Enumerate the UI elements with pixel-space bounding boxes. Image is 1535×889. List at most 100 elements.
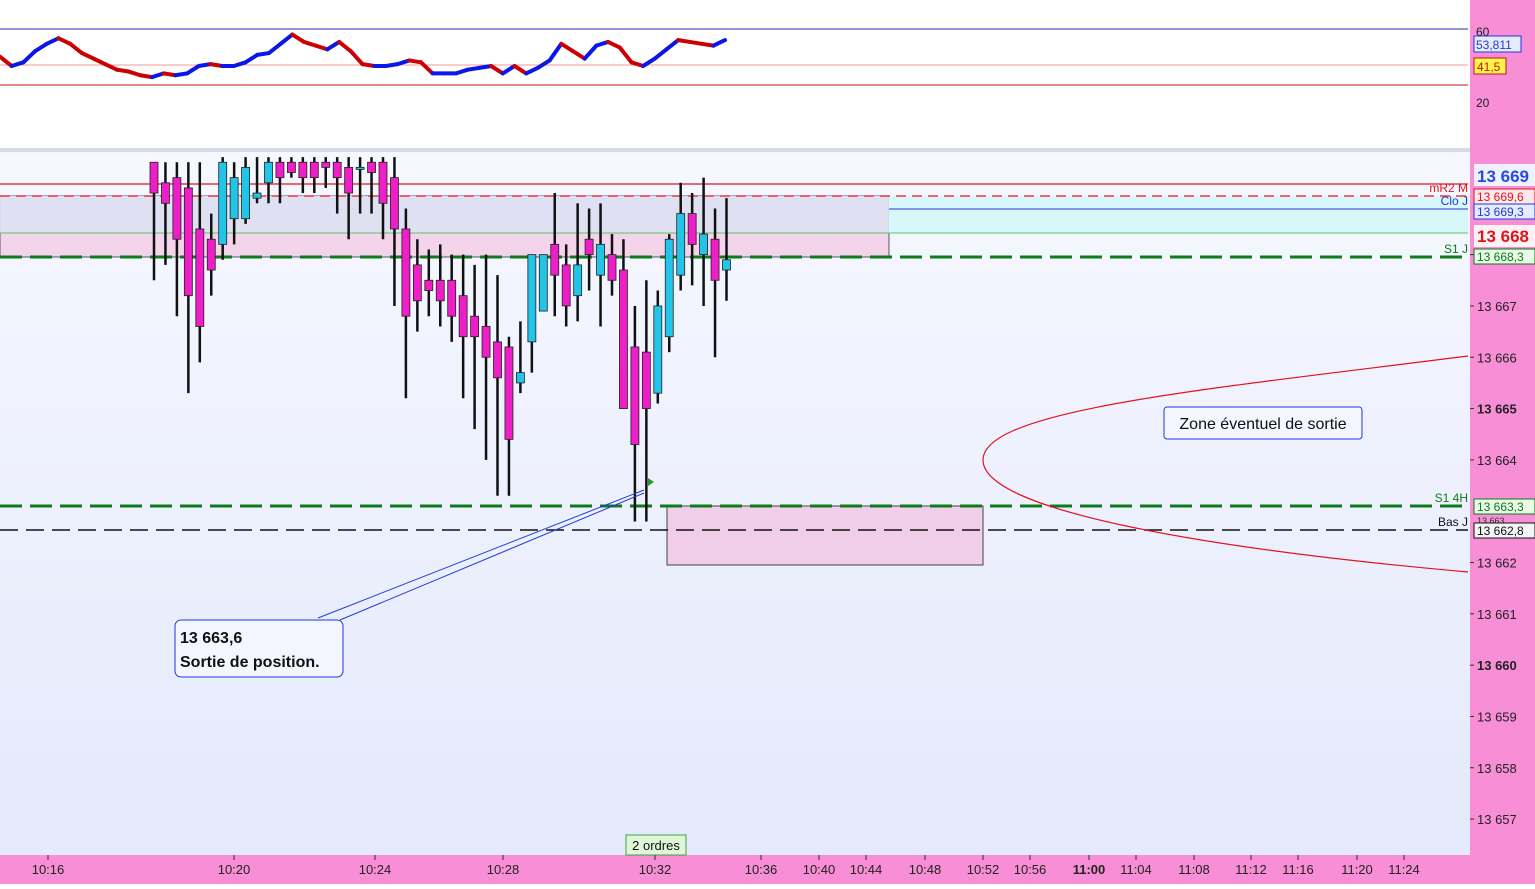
- osc-level-label: 41,5: [1477, 60, 1501, 74]
- price-tick-label: 13 659: [1477, 709, 1517, 724]
- time-tick-label: 10:24: [359, 862, 392, 877]
- tag-bas-j-value: 13 662,8: [1477, 524, 1524, 538]
- tag-current-red: 13 668: [1477, 227, 1529, 246]
- candle-body: [321, 161, 331, 168]
- candle-body: [264, 161, 273, 184]
- pink-exit-box: [666, 505, 984, 566]
- candle-body: [687, 213, 697, 245]
- candle-body: [424, 279, 434, 291]
- time-tick-label: 10:44: [850, 862, 883, 877]
- candle-body: [229, 177, 239, 220]
- candle-body: [172, 177, 182, 240]
- exit-callout-text: Sortie de position.: [180, 654, 320, 671]
- candle-body: [447, 279, 457, 317]
- time-tick-label: 10:28: [487, 862, 520, 877]
- candle-body: [435, 279, 445, 302]
- time-tick-label: 11:16: [1282, 862, 1314, 877]
- price-tick-label: 13 667: [1477, 299, 1517, 314]
- level-name-s1j: S1 J: [1444, 242, 1468, 256]
- price-tick-label: 13 662: [1477, 556, 1517, 571]
- time-tick-label: 10:32: [639, 862, 672, 877]
- trading-chart: 60 20 53,811 41,5 13 663,6 Sortie de pos…: [0, 0, 1535, 884]
- price-tick-label: 13 658: [1477, 761, 1517, 776]
- candle-body: [241, 166, 251, 220]
- exit-callout-price: 13 663,6: [180, 630, 242, 647]
- exit-callout[interactable]: 13 663,6 Sortie de position.: [174, 619, 344, 678]
- oscillator-panel: [0, 0, 1470, 150]
- time-tick-label: 10:16: [32, 862, 65, 877]
- candle-body: [516, 372, 525, 384]
- price-axis[interactable]: [1470, 0, 1535, 884]
- time-tick-label: 11:04: [1120, 862, 1152, 877]
- zone-label-text: Zone éventuel de sortie: [1179, 416, 1346, 433]
- candle-body: [206, 238, 216, 271]
- candle-body: [218, 161, 228, 245]
- candle-body: [332, 161, 342, 179]
- time-tick-label: 11:24: [1388, 862, 1420, 877]
- candle-body: [275, 161, 285, 179]
- candle-body: [149, 161, 159, 194]
- candle-body: [607, 254, 617, 281]
- candle-body: [286, 161, 296, 173]
- tag-s1-4h-value: 13 663,3: [1477, 500, 1524, 514]
- price-tick-label: 13 666: [1477, 350, 1517, 365]
- time-tick-label: 11:00: [1073, 862, 1106, 877]
- candle-body: [252, 192, 262, 199]
- candle-body: [481, 326, 491, 358]
- price-tick-label: 13 657: [1477, 812, 1517, 827]
- cyan-zone: [889, 196, 1468, 233]
- candle-body: [390, 177, 399, 230]
- price-tick-label: 13 664: [1477, 453, 1517, 468]
- candle-body: [573, 264, 583, 297]
- daily-range-zone-upper: [0, 196, 889, 233]
- price-tick-label: 13 660: [1477, 658, 1517, 673]
- candle-body: [710, 238, 720, 281]
- candle-body: [412, 264, 422, 302]
- panel-separator: [0, 148, 1470, 152]
- tag-top-blue: 13 669: [1477, 167, 1529, 186]
- time-tick-label: 11:08: [1178, 862, 1210, 877]
- orders-badge[interactable]: 2 ordres: [625, 834, 687, 856]
- candle-body: [538, 254, 548, 312]
- candle-body: [584, 238, 594, 256]
- time-tick-label: 10:56: [1014, 862, 1047, 877]
- osc-value-label: 53,811: [1476, 38, 1512, 52]
- candle-body: [367, 161, 376, 173]
- time-tick-label: 11:12: [1235, 862, 1267, 877]
- candle-body: [470, 315, 480, 338]
- candle-body: [653, 305, 663, 394]
- time-tick-label: 10:20: [218, 862, 251, 877]
- candle-body: [309, 161, 319, 179]
- candle-body: [401, 228, 411, 317]
- time-tick-label: 10:48: [909, 862, 942, 877]
- candle-body: [344, 166, 354, 194]
- candle-body: [527, 254, 537, 343]
- level-name-mr2: mR2 M: [1429, 181, 1468, 195]
- orders-badge-text: 2 ordres: [632, 838, 680, 853]
- candle-body: [619, 269, 628, 409]
- level-name-s1-4h: S1 4H: [1435, 491, 1468, 505]
- tag-s1j-value: 13 668,3: [1477, 250, 1524, 264]
- price-tick-label: 13 661: [1477, 607, 1517, 622]
- time-tick-label: 10:40: [803, 862, 836, 877]
- candle-body: [596, 243, 605, 276]
- candle-body: [699, 233, 708, 256]
- candle-body: [298, 161, 308, 179]
- time-tick-label: 11:20: [1341, 862, 1373, 877]
- candle-body: [664, 238, 674, 338]
- candle-body: [195, 228, 205, 327]
- tag-mr2-value: 13 669,6: [1477, 190, 1524, 204]
- candle-body: [630, 346, 640, 445]
- tag-clo-value: 13 669,3: [1477, 205, 1524, 219]
- chart-canvas: 60 20 53,811 41,5 13 663,6 Sortie de pos…: [0, 0, 1535, 884]
- candle-body: [183, 187, 193, 297]
- candle-body: [504, 346, 514, 440]
- zone-label-box[interactable]: Zone éventuel de sortie: [1163, 406, 1363, 440]
- time-tick-label: 10:36: [745, 862, 778, 877]
- level-name-bas-j: Bas J: [1438, 515, 1468, 529]
- level-name-clo: Clo J: [1441, 194, 1468, 208]
- candle-body: [493, 341, 502, 379]
- osc-tick-20: 20: [1476, 96, 1490, 110]
- candle-body: [161, 182, 170, 204]
- candle-body: [378, 161, 388, 204]
